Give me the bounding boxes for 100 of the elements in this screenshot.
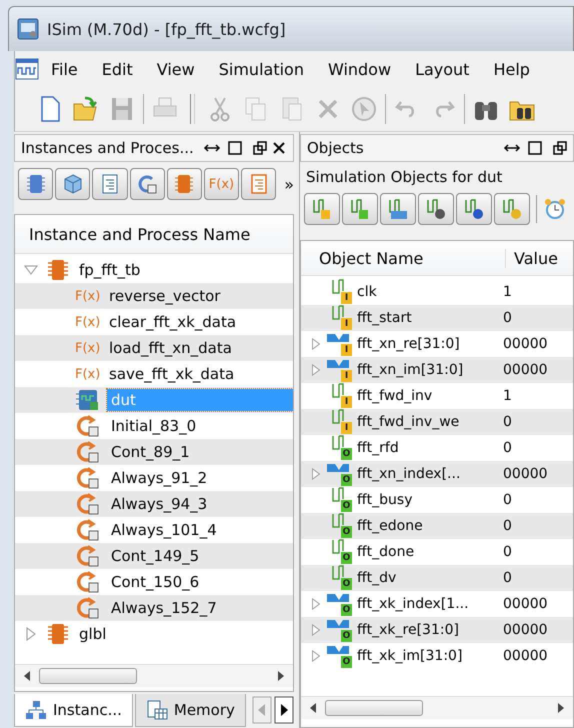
function-label: F(x)	[75, 288, 102, 304]
object-name[interactable]: fft_dv	[357, 570, 503, 586]
column-header[interactable]: Object Name	[301, 248, 506, 268]
object-value: 0	[503, 440, 512, 456]
object-value: 0	[503, 414, 512, 430]
object-name[interactable]: fft_edone	[357, 518, 503, 534]
object-name[interactable]: fft_fwd_inv_we	[357, 414, 503, 430]
expand-triangle-icon[interactable]	[309, 622, 323, 638]
column-header[interactable]: Value	[506, 248, 558, 268]
waveform-icon	[15, 58, 39, 80]
tree-item[interactable]: glbl	[75, 623, 110, 645]
filter-button[interactable]	[92, 168, 128, 200]
app-icon	[17, 18, 39, 40]
menu-item[interactable]: Simulation	[206, 60, 316, 78]
object-name[interactable]: fft_xn_im[31:0]	[357, 362, 503, 378]
object-value: 00000	[503, 466, 548, 482]
signal-filter-icon	[501, 198, 523, 220]
signal-filter-button[interactable]	[456, 193, 492, 225]
tree-item[interactable]: fp_fft_tb	[75, 259, 144, 281]
object-value: 0	[503, 492, 512, 508]
panel-controls-icon[interactable]	[203, 140, 287, 156]
signal-filter-button[interactable]	[342, 193, 378, 225]
tree-item[interactable]: Initial_83_0	[107, 415, 200, 437]
horizontal-scrollbar[interactable]	[301, 696, 573, 719]
tree-item[interactable]: Always_91_2	[107, 467, 212, 489]
signal-filter-button[interactable]	[380, 193, 416, 225]
menu-item[interactable]: Window	[316, 60, 404, 78]
object-name[interactable]: clk	[357, 284, 503, 300]
object-value: 1	[503, 388, 512, 404]
object-name[interactable]: fft_rfd	[357, 440, 503, 456]
function-label: F(x)	[75, 314, 102, 330]
overflow-chevron[interactable]: »	[278, 174, 294, 194]
function-label: F(x)	[75, 340, 102, 356]
panel-tab[interactable]: Instanc...	[14, 694, 133, 726]
expand-triangle-icon[interactable]	[309, 596, 323, 612]
window-title: ISim (M.70d) - [fp_fft_tb.wcfg]	[47, 20, 286, 38]
process-icon	[137, 173, 158, 195]
object-value: 00000	[503, 648, 548, 664]
object-name[interactable]: fft_xk_im[31:0]	[357, 648, 503, 664]
tree-item[interactable]: save_fft_xk_data	[105, 363, 238, 385]
process-icon	[75, 466, 101, 490]
expand-triangle-icon[interactable]	[309, 648, 323, 664]
object-value: 00000	[503, 622, 548, 638]
signal-filter-icon	[349, 198, 371, 220]
chip-outline-icon	[26, 173, 46, 195]
scroll-left-icon[interactable]	[309, 703, 317, 713]
menu-item[interactable]: File	[39, 60, 90, 78]
chip-icon	[47, 622, 69, 646]
expand-triangle-icon[interactable]	[309, 362, 323, 378]
object-name[interactable]: fft_xk_re[31:0]	[357, 622, 503, 638]
object-value: 0	[503, 310, 512, 326]
scroll-right-icon[interactable]	[277, 671, 285, 681]
tree-item[interactable]: reverse_vector	[105, 285, 224, 307]
object-name[interactable]: fft_xn_index[...	[357, 466, 503, 482]
menu-item[interactable]: View	[144, 60, 207, 78]
object-name[interactable]: fft_done	[357, 544, 503, 560]
object-name[interactable]: fft_xk_index[1...	[357, 596, 503, 612]
panel-title: Objects	[307, 139, 364, 157]
filter-button[interactable]	[55, 168, 90, 200]
object-value: 0	[503, 544, 512, 560]
object-value: 0	[503, 518, 512, 534]
signal-filter-button[interactable]	[304, 193, 340, 225]
menu-item[interactable]: Layout	[403, 60, 482, 78]
expand-triangle-icon[interactable]	[309, 336, 323, 352]
tab-scroll-arrows-icon[interactable]	[252, 695, 294, 725]
expand-triangle-icon[interactable]	[309, 466, 323, 482]
horizontal-scrollbar[interactable]	[15, 664, 293, 687]
chip-icon	[174, 173, 194, 195]
filter-button[interactable]	[130, 168, 165, 200]
scroll-left-icon[interactable]	[23, 671, 31, 681]
object-name[interactable]: fft_busy	[357, 492, 503, 508]
signal-filter-button[interactable]	[494, 193, 530, 225]
function-label: F(x)	[75, 366, 102, 382]
menu-item[interactable]: Edit	[90, 60, 145, 78]
panel-title: Instances and Proces...	[21, 139, 194, 157]
tree-item[interactable]: load_fft_xn_data	[105, 337, 236, 359]
object-value: 00000	[503, 596, 548, 612]
menu-item[interactable]: Help	[481, 60, 542, 78]
object-value: 0	[503, 570, 512, 586]
tree-item[interactable]: Always_101_4	[107, 519, 221, 541]
scroll-right-icon[interactable]	[557, 703, 565, 713]
panel-tab[interactable]: Memory	[134, 694, 246, 726]
process-icon	[75, 414, 101, 438]
panel-subtitle: Simulation Objects for dut	[305, 167, 504, 188]
object-name[interactable]: fft_fwd_inv	[357, 388, 503, 404]
object-name[interactable]: fft_xn_re[31:0]	[357, 336, 503, 352]
filter-button[interactable]	[241, 168, 276, 200]
filter-button[interactable]	[18, 168, 54, 200]
filter-button[interactable]	[166, 168, 202, 200]
tree-item[interactable]: clear_fft_xk_data	[105, 311, 240, 333]
alarm-clock-icon[interactable]	[543, 197, 567, 221]
doc-icon	[100, 173, 120, 195]
object-name[interactable]: fft_start	[357, 310, 503, 326]
process-icon	[75, 570, 101, 594]
tree-item[interactable]: Cont_150_6	[107, 571, 204, 593]
object-value: 00000	[503, 362, 548, 378]
signal-filter-button[interactable]	[418, 193, 454, 225]
hierarchy-icon	[25, 700, 47, 720]
chip-waveform-icon	[75, 388, 101, 412]
process-icon	[75, 518, 101, 542]
